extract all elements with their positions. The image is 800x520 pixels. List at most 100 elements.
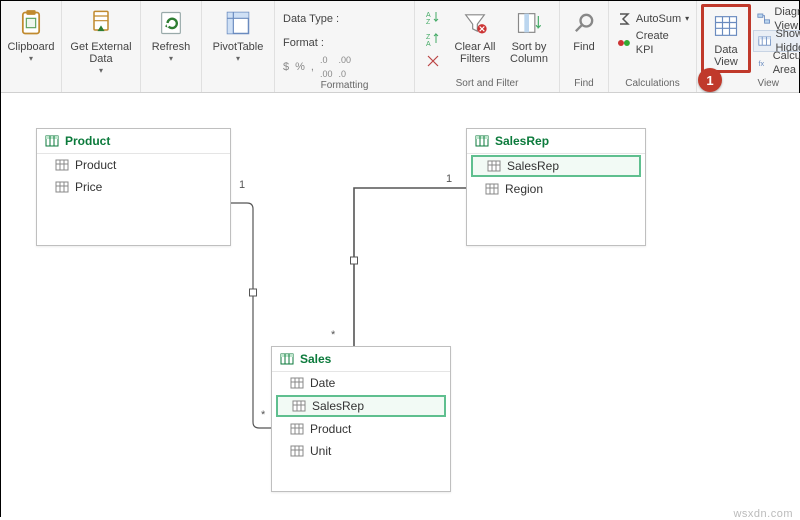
clear-sort-button[interactable] [421,50,445,72]
calculation-area-icon: fx [757,55,769,71]
find-button[interactable]: Find [564,4,604,55]
entity-field[interactable]: Price [37,176,230,198]
currency-icon[interactable]: $ [283,60,289,74]
group-label: Find [574,76,593,90]
kpi-icon [616,35,632,51]
clipboard-button[interactable]: Clipboard ▾ [5,4,57,67]
entity-title-text: SalesRep [495,134,549,148]
pivottable-label: PivotTable [213,41,264,53]
show-hidden-icon [758,33,771,49]
ribbon-group-calculations: AutoSum ▾ Create KPI Calculations [609,1,697,92]
data-view-button[interactable]: Data View [704,7,748,70]
ribbon-group-view: Data View 1 Diagram View Show Hidden fx … [697,1,800,92]
table-icon [475,134,489,148]
sort-asc-button[interactable]: AZ [421,6,445,28]
cardinality-many: * [331,329,335,341]
cardinality-one: 1 [239,179,245,191]
cardinality-many: * [261,409,265,421]
entity-field-label: Product [310,422,351,436]
data-view-icon [712,12,740,40]
entity-field-selected[interactable]: SalesRep [276,395,446,417]
entity-field[interactable]: Product [37,154,230,176]
refresh-button[interactable]: Refresh ▾ [145,4,197,67]
entity-field[interactable]: Product [272,418,450,440]
entity-salesrep[interactable]: SalesRep SalesRep Region [466,128,646,246]
number-format-buttons[interactable]: $ % , .0.00 .00.0 [279,56,355,78]
sort-by-column-button[interactable]: Sort by Column [503,4,555,67]
dropdown-arrow-icon: ▾ [685,12,689,26]
callout-highlight: Data View 1 [701,4,751,73]
calculation-area-button[interactable]: fx Calculation Area [753,52,800,74]
autosum-label: AutoSum [636,12,681,26]
autosum-button[interactable]: AutoSum ▾ [612,8,693,30]
ribbon-group-pivot: PivotTable ▾ [202,1,275,92]
find-icon [570,9,598,37]
get-external-data-button[interactable]: Get External Data ▾ [66,4,136,79]
callout-badge: 1 [698,68,722,92]
sort-desc-button[interactable]: ZA [421,28,445,50]
entity-title[interactable]: Sales [272,347,450,372]
svg-text:Z: Z [426,19,431,25]
diagram-canvas[interactable]: 1 1 * * Product Product Price SalesRep S… [1,93,800,518]
increase-decimal-icon[interactable]: .0.00 [320,53,333,81]
get-external-data-label: Get External Data [70,41,131,65]
entity-field[interactable]: Region [467,178,645,200]
column-icon [55,180,69,194]
svg-text:A: A [426,41,431,47]
sort-asc-icon: AZ [425,9,441,25]
column-icon [292,399,306,413]
sort-by-column-icon [515,9,543,37]
table-icon [45,134,59,148]
column-icon [290,376,304,390]
watermark-text: wsxdn.com [733,508,793,520]
entity-sales[interactable]: Sales Date SalesRep Product Unit [271,346,451,492]
entity-field[interactable]: Unit [272,440,450,462]
entity-field-label: Product [75,158,116,172]
group-label: Calculations [625,76,679,90]
datatype-label: Data Type : [283,12,339,26]
group-label: Formatting [321,78,369,92]
table-icon [280,352,294,366]
group-label: View [757,76,779,90]
pivottable-button[interactable]: PivotTable ▾ [206,4,270,67]
column-icon [290,444,304,458]
sort-by-column-label: Sort by Column [510,41,548,65]
column-icon [290,422,304,436]
ribbon-group-sortfilter: AZ ZA Clear All Filters Sort by Column S… [415,1,560,92]
clipboard-icon [17,9,45,37]
create-kpi-button[interactable]: Create KPI [612,32,693,54]
dropdown-arrow-icon: ▾ [29,53,33,65]
entity-field-label: Date [310,376,335,390]
datatype-dropdown[interactable]: Data Type : [279,8,343,30]
pivottable-icon [224,9,252,37]
entity-title-text: Product [65,134,110,148]
refresh-label: Refresh [152,41,191,53]
sort-desc-icon: ZA [425,31,441,47]
database-import-icon [87,9,115,37]
entity-field[interactable]: Date [272,372,450,394]
entity-field-label: Region [505,182,543,196]
diagram-view-icon [757,11,770,27]
decrease-decimal-icon[interactable]: .00.0 [338,53,351,81]
clear-all-filters-button[interactable]: Clear All Filters [449,4,501,67]
format-dropdown[interactable]: Format : [279,32,328,54]
clipboard-label: Clipboard [7,41,54,53]
entity-field-selected[interactable]: SalesRep [471,155,641,177]
svg-text:Z: Z [426,34,431,41]
svg-text:fx: fx [758,59,764,68]
entity-title-text: Sales [300,352,331,366]
dropdown-arrow-icon: ▾ [99,65,103,77]
ribbon-toolbar: Clipboard ▾ Get External Data ▾ [1,1,799,93]
percent-icon[interactable]: % [295,60,305,74]
entity-title[interactable]: SalesRep [467,129,645,154]
comma-icon[interactable]: , [311,60,314,74]
dropdown-arrow-icon: ▾ [236,53,240,65]
entity-title[interactable]: Product [37,129,230,154]
column-icon [487,159,501,173]
ribbon-group-clipboard: Clipboard ▾ [1,1,62,92]
entity-field-label: Unit [310,444,331,458]
column-icon [55,158,69,172]
ribbon-group-find: Find Find [560,1,609,92]
entity-product[interactable]: Product Product Price [36,128,231,246]
format-label: Format : [283,36,324,50]
